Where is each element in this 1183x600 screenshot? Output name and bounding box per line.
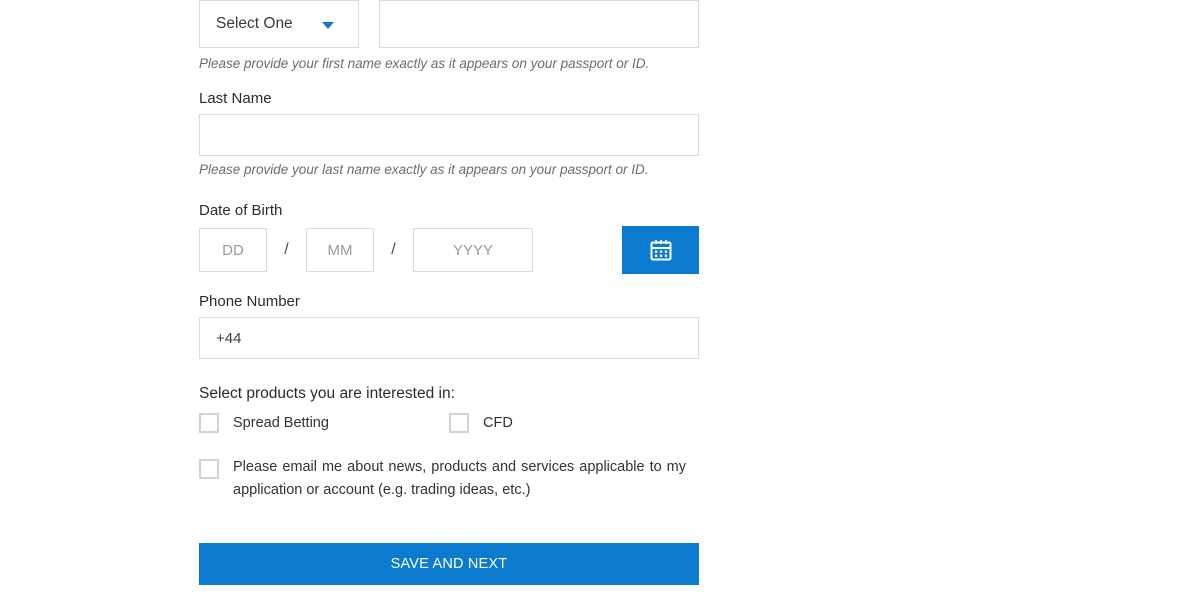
products-title: Select products you are interested in: (199, 385, 455, 402)
registration-form-page: Select One Please provide your first nam… (0, 0, 1183, 600)
calendar-icon (649, 238, 673, 262)
chevron-down-icon (322, 22, 334, 29)
date-of-birth-row: / / (199, 226, 699, 274)
product-label-spread-betting: Spread Betting (233, 415, 329, 431)
phone-label: Phone Number (199, 293, 300, 310)
title-select[interactable]: Select One (199, 0, 359, 48)
products-checkbox-row: Spread Betting CFD (199, 413, 699, 437)
dob-separator-1: / (284, 241, 289, 258)
calendar-picker-button[interactable] (622, 226, 699, 274)
marketing-consent-label: Please email me about news, products and… (233, 459, 686, 498)
checkbox-cfd[interactable] (449, 413, 469, 433)
dob-day-input[interactable] (199, 228, 267, 272)
dob-separator-2: / (391, 241, 396, 258)
first-name-field-wrap (379, 0, 699, 48)
marketing-consent-row[interactable]: Please email me about news, products and… (199, 456, 699, 502)
title-select-value: Select One (216, 15, 293, 32)
phone-input[interactable] (199, 317, 699, 359)
product-option-spread-betting[interactable]: Spread Betting (199, 413, 329, 433)
checkbox-marketing-consent[interactable] (199, 459, 219, 479)
product-option-cfd[interactable]: CFD (449, 413, 513, 433)
checkbox-spread-betting[interactable] (199, 413, 219, 433)
save-and-next-button[interactable]: SAVE AND NEXT (199, 543, 699, 585)
products-block: Select products you are interested in: S… (199, 384, 699, 437)
date-of-birth-label: Date of Birth (199, 202, 283, 219)
last-name-input[interactable] (199, 114, 699, 156)
first-name-helper-text: Please provide your first name exactly a… (199, 56, 650, 71)
dob-year-input[interactable] (413, 228, 533, 272)
product-label-cfd: CFD (483, 415, 513, 431)
date-of-birth-block: Date of Birth / / (199, 202, 699, 274)
phone-block: Phone Number (199, 293, 699, 359)
last-name-helper-text: Please provide your last name exactly as… (199, 162, 649, 177)
dob-month-input[interactable] (306, 228, 374, 272)
last-name-block: Last Name Please provide your last name … (199, 90, 699, 178)
first-name-input[interactable] (379, 0, 699, 48)
last-name-label: Last Name (199, 90, 272, 107)
